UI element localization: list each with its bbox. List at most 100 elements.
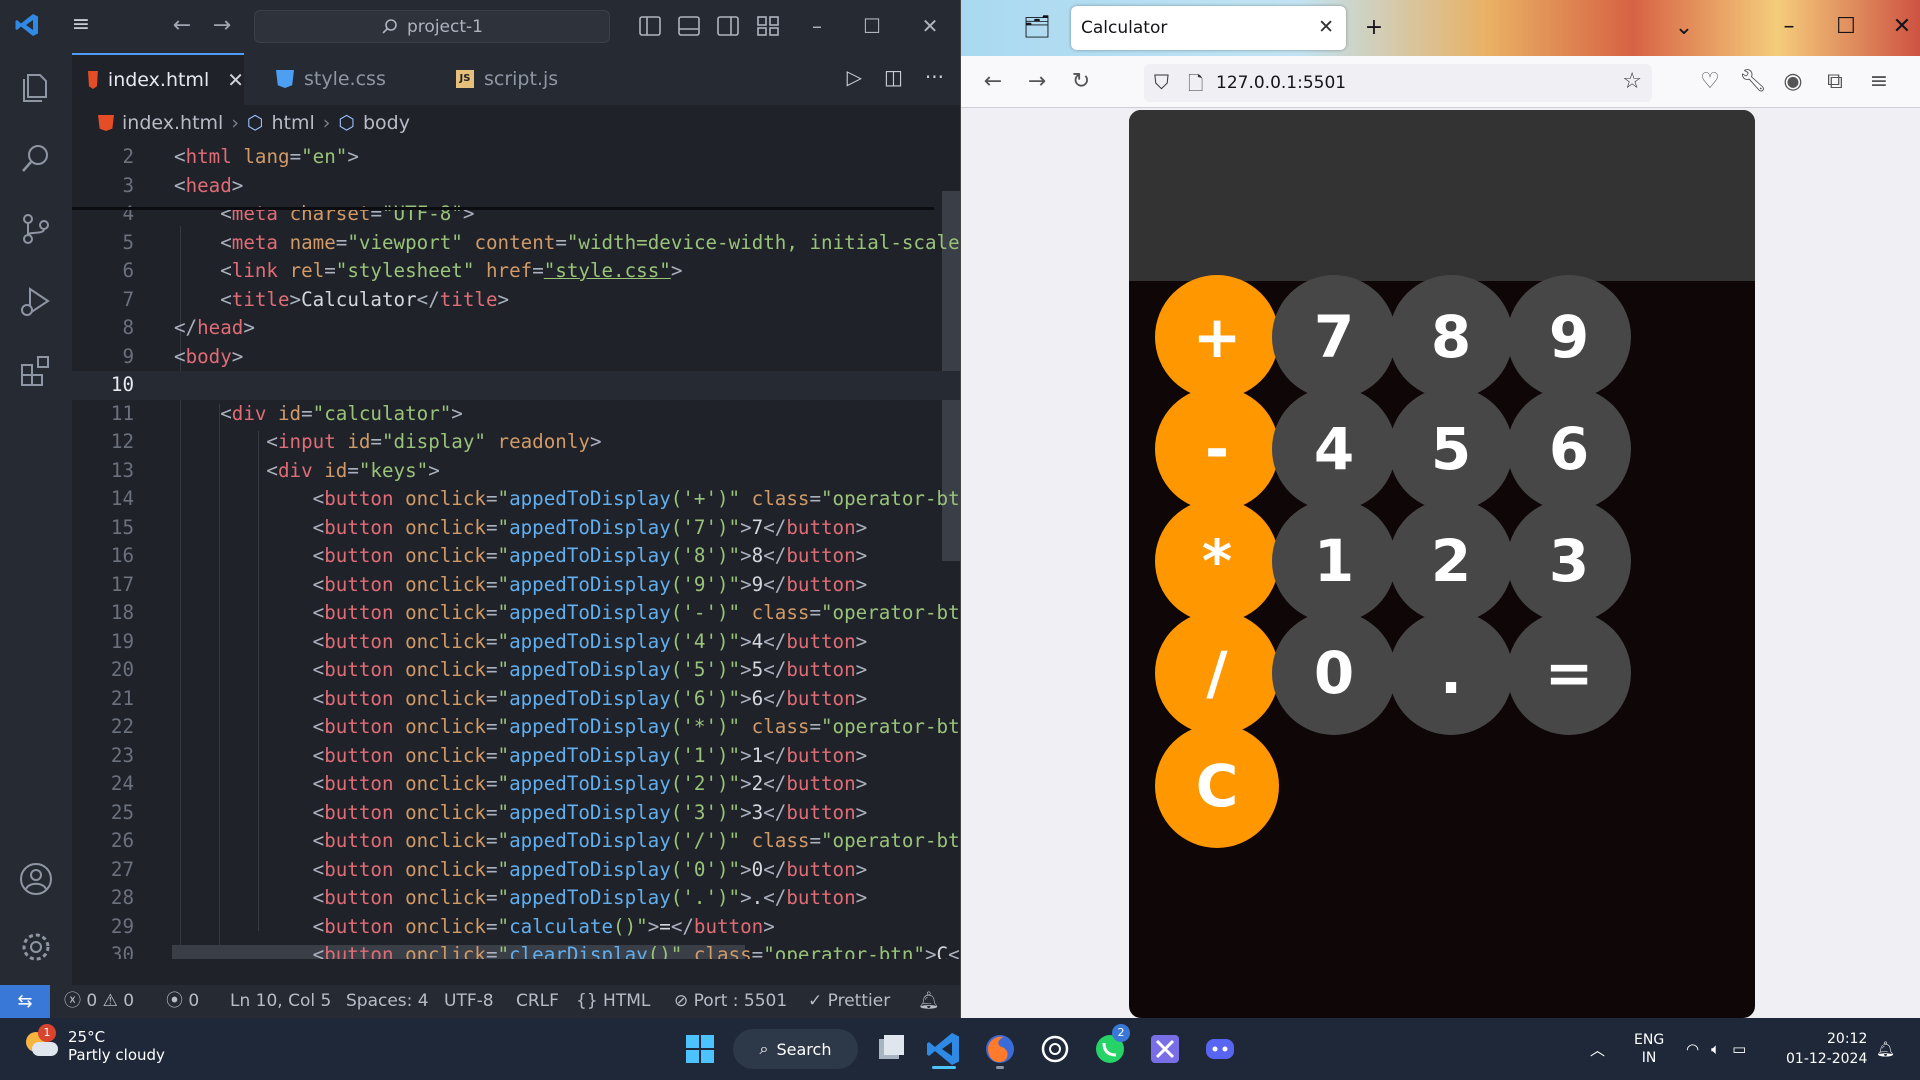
close-window-icon[interactable]: ✕	[918, 14, 942, 38]
hamburger-menu-icon[interactable]: ≡	[68, 14, 94, 36]
code-line[interactable]: 30 <button onclick="clearDisplay()" clas…	[72, 941, 960, 959]
tab-style-css[interactable]: style.css	[260, 53, 432, 105]
task-view-icon[interactable]	[871, 1029, 911, 1069]
cursor-position[interactable]: Ln 10, Col 5	[230, 985, 331, 1018]
code-line[interactable]: 2 <html lang="en">	[72, 143, 960, 172]
vscode-taskbar-icon[interactable]	[924, 1029, 964, 1069]
calculator-display[interactable]	[1129, 110, 1755, 281]
prettier-status[interactable]: ✓ Prettier	[808, 985, 890, 1018]
customize-layout-icon[interactable]	[756, 14, 780, 38]
calc-key[interactable]: 4	[1272, 387, 1396, 511]
code-line[interactable]: 25 <button onclick="appedToDisplay('3')"…	[72, 799, 960, 828]
forward-arrow-icon[interactable]: →	[208, 12, 236, 40]
calc-key[interactable]: 3	[1507, 499, 1631, 623]
toggle-sidebar-icon[interactable]	[638, 14, 662, 38]
code-line[interactable]: 13 <div id="keys">	[72, 457, 960, 486]
settings-gear-icon[interactable]	[18, 929, 54, 965]
notification-bell-icon[interactable]: 🔔︎	[1876, 1018, 1895, 1080]
remote-indicator-icon[interactable]: ⇆	[0, 985, 50, 1018]
calc-key[interactable]: 7	[1272, 275, 1396, 399]
notifications-bell-icon[interactable]: 🔔︎	[918, 985, 940, 1018]
eol-status[interactable]: CRLF	[516, 985, 559, 1018]
code-line[interactable]: 21 <button onclick="appedToDisplay('6')"…	[72, 685, 960, 714]
language-indicator[interactable]: ENG IN	[1634, 1018, 1664, 1080]
code-line[interactable]: 22 <button onclick="appedToDisplay('*')"…	[72, 713, 960, 742]
clock[interactable]: 20:12 01-12-2024	[1786, 1018, 1867, 1080]
forward-arrow-icon[interactable]: →	[1023, 68, 1051, 96]
maximize-icon[interactable]: ☐	[860, 14, 884, 38]
pocket-icon[interactable]: ♡	[1696, 68, 1724, 96]
devtools-wrench-icon[interactable]: 🔧︎	[1739, 68, 1767, 96]
close-tab-icon[interactable]: ✕	[1318, 16, 1334, 38]
calc-key[interactable]: -	[1155, 387, 1279, 511]
code-line[interactable]: 14 <button onclick="appedToDisplay('+')"…	[72, 485, 960, 514]
code-line[interactable]: 29 <button onclick="calculate()">=</butt…	[72, 913, 960, 942]
code-line[interactable]: 8 </head>	[72, 314, 960, 343]
encoding-status[interactable]: UTF-8	[444, 985, 494, 1018]
code-line[interactable]: 12 <input id="display" readonly>	[72, 428, 960, 457]
calc-key[interactable]: 5	[1389, 387, 1513, 511]
calc-key[interactable]: *	[1155, 499, 1279, 623]
command-search-input[interactable]: project-1	[254, 10, 610, 43]
tab-script-js[interactable]: JS script.js	[440, 53, 612, 105]
weather-widget[interactable]: 1 25°C Partly cloudy	[24, 1024, 165, 1064]
maximize-icon[interactable]: ☐	[1833, 14, 1859, 40]
calc-key[interactable]: C	[1155, 724, 1279, 848]
new-tab-icon[interactable]: +	[1361, 15, 1387, 41]
run-play-icon[interactable]: ▷	[847, 65, 862, 89]
code-line[interactable]: 26 <button onclick="appedToDisplay('/')"…	[72, 827, 960, 856]
show-hidden-icons-icon[interactable]: ︿	[1590, 1018, 1605, 1080]
run-debug-icon[interactable]	[18, 283, 54, 319]
code-line[interactable]: 18 <button onclick="appedToDisplay('-')"…	[72, 599, 960, 628]
problems-status[interactable]: ⓧ 0 ⚠ 0	[64, 985, 134, 1018]
reload-icon[interactable]: ↻	[1067, 68, 1095, 96]
windows-start-icon[interactable]	[680, 1029, 720, 1069]
back-arrow-icon[interactable]: ←	[168, 12, 196, 40]
code-line[interactable]: 24 <button onclick="appedToDisplay('2')"…	[72, 770, 960, 799]
calc-key[interactable]: 2	[1389, 499, 1513, 623]
calc-key[interactable]: /	[1155, 611, 1279, 735]
discord-icon[interactable]	[1200, 1029, 1240, 1069]
toggle-panel-icon[interactable]	[677, 14, 701, 38]
code-line[interactable]: 3 <head>	[72, 172, 960, 201]
code-line[interactable]: 10	[72, 371, 960, 400]
app-menu-icon[interactable]: ≡	[1865, 68, 1893, 96]
calc-key[interactable]: +	[1155, 275, 1279, 399]
code-line[interactable]: 19 <button onclick="appedToDisplay('4')"…	[72, 628, 960, 657]
code-line[interactable]: 16 <button onclick="appedToDisplay('8')"…	[72, 542, 960, 571]
calc-key[interactable]: =	[1507, 611, 1631, 735]
language-status[interactable]: {} HTML	[576, 985, 650, 1018]
tab-index-html[interactable]: index.html ✕	[72, 53, 244, 105]
breadcrumb-file[interactable]: index.html	[122, 112, 223, 134]
search-sidebar-icon[interactable]	[18, 141, 54, 177]
code-line[interactable]: 15 <button onclick="appedToDisplay('7')"…	[72, 514, 960, 543]
extensions-icon[interactable]	[18, 353, 54, 389]
list-tabs-chevron-icon[interactable]: ⌄	[1671, 15, 1697, 41]
more-actions-icon[interactable]: ···	[925, 65, 944, 89]
source-control-icon[interactable]	[18, 211, 54, 247]
code-line[interactable]: 17 <button onclick="appedToDisplay('9')"…	[72, 571, 960, 600]
url-bar[interactable]: ⛉ 🗋︎ 127.0.0.1:5501 ☆	[1144, 64, 1652, 102]
browser-tab[interactable]: Calculator ✕	[1071, 6, 1346, 50]
calc-key[interactable]: 0	[1272, 611, 1396, 735]
calc-key[interactable]: 8	[1389, 275, 1513, 399]
code-line[interactable]: 9 <body>	[72, 343, 960, 372]
extensions-puzzle-icon[interactable]: ⧉	[1821, 68, 1849, 96]
close-tab-icon[interactable]: ✕	[227, 68, 244, 92]
minimize-icon[interactable]: –	[805, 14, 829, 38]
bookmark-star-icon[interactable]: ☆	[1622, 69, 1642, 94]
ports-status[interactable]: ⦿ 0	[166, 985, 199, 1018]
code-line[interactable]: 20 <button onclick="appedToDisplay('5')"…	[72, 656, 960, 685]
snipping-tool-icon[interactable]	[1145, 1029, 1185, 1069]
chatgpt-icon[interactable]	[1035, 1029, 1075, 1069]
calc-key[interactable]: 6	[1507, 387, 1631, 511]
code-editor[interactable]: 2 <html lang="en"> 3 <head> 4 <meta charset=…	[72, 141, 960, 959]
calc-key[interactable]: 9	[1507, 275, 1631, 399]
back-arrow-icon[interactable]: ←	[979, 68, 1007, 96]
code-line[interactable]: 28 <button onclick="appedToDisplay('.')"…	[72, 884, 960, 913]
code-line[interactable]: 6 <link rel="stylesheet" href="style.css…	[72, 257, 960, 286]
code-line[interactable]: 11 <div id="calculator">	[72, 400, 960, 429]
firefox-taskbar-icon[interactable]	[980, 1029, 1020, 1069]
code-line[interactable]: 5 <meta name="viewport" content="width=d…	[72, 229, 960, 258]
calc-key[interactable]: 1	[1272, 499, 1396, 623]
